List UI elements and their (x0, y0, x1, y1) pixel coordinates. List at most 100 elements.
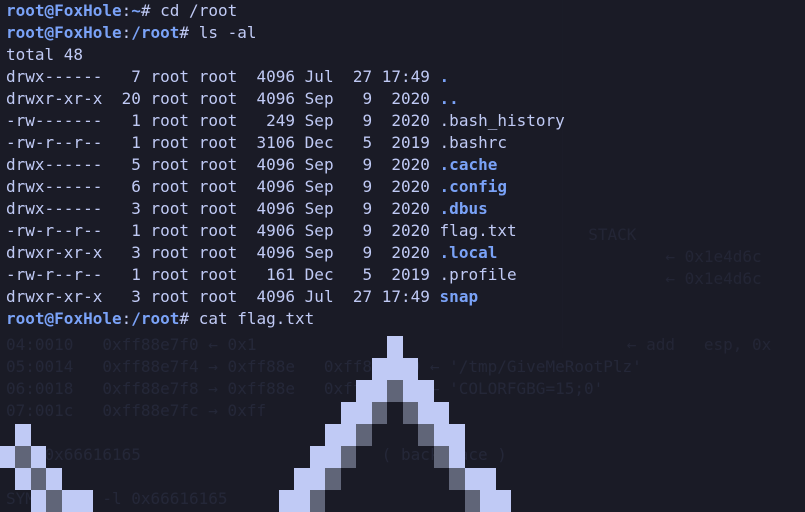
ls-size: 4096 (247, 199, 295, 218)
ls-row: drwxr-xr-x 3 root root 4096 Jul 27 17:49… (6, 286, 799, 308)
ls-group: root (199, 265, 238, 284)
ls-size: 4096 (247, 67, 295, 86)
ls-size: 4096 (247, 287, 295, 306)
ls-date: Sep 9 2020 (305, 243, 430, 262)
ls-perms: drwx------ (6, 67, 102, 86)
ls-name: .profile (440, 265, 517, 284)
ls-row: -rw-r--r-- 1 root root 3106 Dec 5 2019 .… (6, 132, 799, 154)
ls-links: 1 (112, 133, 141, 152)
ls-group: root (199, 111, 238, 130)
ls-row: drwxr-xr-x 20 root root 4096 Sep 9 2020 … (6, 88, 799, 110)
ls-links: 1 (112, 265, 141, 284)
ls-name: .bashrc (440, 133, 507, 152)
prompt-colon: : (122, 23, 132, 42)
ls-size: 4096 (247, 177, 295, 196)
prompt-user: root (6, 1, 45, 20)
ls-row: -rw------- 1 root root 249 Sep 9 2020 .b… (6, 110, 799, 132)
ls-date: Sep 9 2020 (305, 111, 430, 130)
ls-name: flag.txt (440, 221, 517, 240)
ls-group: root (199, 221, 238, 240)
command-line: root@FoxHole:/root# ls -al (6, 22, 799, 44)
prompt-host: FoxHole (54, 309, 121, 328)
ls-size: 3106 (247, 133, 295, 152)
command-line: root@FoxHole:~# cd /root (6, 0, 799, 22)
ls-links: 20 (112, 89, 141, 108)
ls-perms: -rw------- (6, 111, 102, 130)
ls-size: 249 (247, 111, 295, 130)
ls-date: Sep 9 2020 (305, 199, 430, 218)
ls-name: .config (440, 177, 507, 196)
ls-owner: root (151, 221, 190, 240)
ls-row: drwx------ 6 root root 4096 Sep 9 2020 .… (6, 176, 799, 198)
ls-row: drwx------ 5 root root 4096 Sep 9 2020 .… (6, 154, 799, 176)
ls-group: root (199, 199, 238, 218)
ls-links: 7 (112, 67, 141, 86)
command-line: root@FoxHole:/root# cat flag.txt (6, 308, 799, 330)
ls-size: 4096 (247, 89, 295, 108)
ls-links: 1 (112, 111, 141, 130)
ls-perms: drwxr-xr-x (6, 287, 102, 306)
prompt-colon: : (122, 1, 132, 20)
ls-name: .local (440, 243, 498, 262)
ls-group: root (199, 243, 238, 262)
ls-name: .cache (440, 155, 498, 174)
prompt-at: @ (45, 23, 55, 42)
ls-owner: root (151, 133, 190, 152)
command-text: ls -al (199, 23, 257, 42)
prompt-user: root (6, 309, 45, 328)
ls-row: -rw-r--r-- 1 root root 161 Dec 5 2019 .p… (6, 264, 799, 286)
ls-owner: root (151, 89, 190, 108)
command-text: cat flag.txt (199, 309, 315, 328)
ls-group: root (199, 89, 238, 108)
ls-size: 4096 (247, 155, 295, 174)
ls-name: .dbus (440, 199, 488, 218)
ls-group: root (199, 133, 238, 152)
ls-size: 4096 (247, 243, 295, 262)
ls-perms: -rw-r--r-- (6, 221, 102, 240)
ls-owner: root (151, 111, 190, 130)
ls-row: -rw-r--r-- 1 root root 4906 Sep 9 2020 f… (6, 220, 799, 242)
ls-total: total 48 (6, 44, 799, 66)
ls-owner: root (151, 265, 190, 284)
command-text: cd /root (160, 1, 237, 20)
ls-date: Sep 9 2020 (305, 89, 430, 108)
ls-date: Dec 5 2019 (305, 265, 430, 284)
prompt-user: root (6, 23, 45, 42)
ls-perms: drwxr-xr-x (6, 89, 102, 108)
prompt-sigil: # (179, 309, 198, 328)
terminal-output: root@FoxHole:~# cd /rootroot@FoxHole:/ro… (0, 0, 805, 330)
ls-group: root (199, 155, 238, 174)
ls-perms: drwx------ (6, 155, 102, 174)
ls-perms: -rw-r--r-- (6, 265, 102, 284)
prompt-sigil: # (141, 1, 160, 20)
ls-name: snap (440, 287, 479, 306)
ls-name: . (440, 67, 450, 86)
ls-date: Sep 9 2020 (305, 221, 430, 240)
ls-owner: root (151, 199, 190, 218)
prompt-host: FoxHole (54, 1, 121, 20)
ls-size: 4906 (247, 221, 295, 240)
ls-group: root (199, 177, 238, 196)
ls-links: 3 (112, 243, 141, 262)
ls-perms: drwx------ (6, 177, 102, 196)
prompt-at: @ (45, 1, 55, 20)
ls-perms: -rw-r--r-- (6, 133, 102, 152)
prompt-colon: : (122, 309, 132, 328)
ls-owner: root (151, 287, 190, 306)
ls-owner: root (151, 155, 190, 174)
ls-date: Sep 9 2020 (305, 177, 430, 196)
ls-links: 3 (112, 287, 141, 306)
ls-owner: root (151, 67, 190, 86)
ls-group: root (199, 67, 238, 86)
ls-group: root (199, 287, 238, 306)
ls-links: 1 (112, 221, 141, 240)
ls-date: Sep 9 2020 (305, 155, 430, 174)
ls-date: Dec 5 2019 (305, 133, 430, 152)
ls-perms: drwxr-xr-x (6, 243, 102, 262)
ls-row: drwxr-xr-x 3 root root 4096 Sep 9 2020 .… (6, 242, 799, 264)
ls-owner: root (151, 243, 190, 262)
ls-name: .bash_history (440, 111, 565, 130)
ls-owner: root (151, 177, 190, 196)
ls-date: Jul 27 17:49 (305, 287, 430, 306)
prompt-path: /root (131, 309, 179, 328)
